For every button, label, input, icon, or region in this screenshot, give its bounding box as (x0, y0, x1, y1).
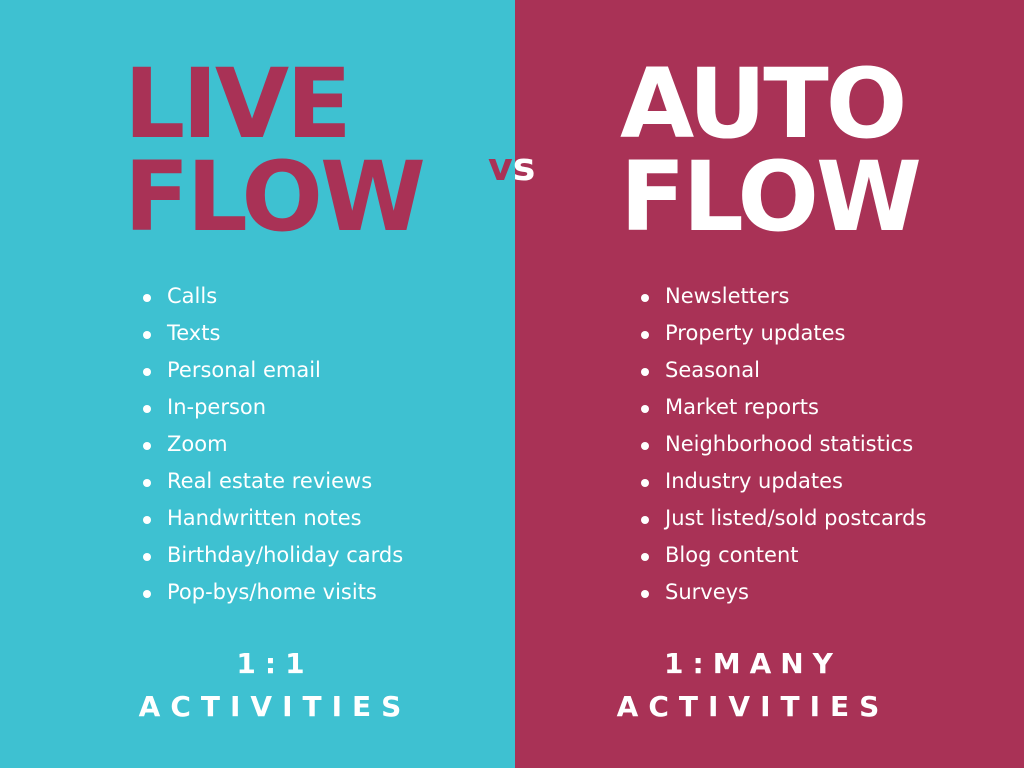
live-flow-title: LIVE FLOW (124, 48, 426, 253)
list-item: Birthday/holiday cards (140, 537, 403, 574)
list-item: In-person (140, 389, 403, 426)
versus-v: v (488, 145, 513, 189)
auto-flow-title-line1: AUTO (620, 48, 907, 160)
live-flow-ratio: 1:1 (236, 647, 314, 680)
auto-flow-footer: 1:MANY ACTIVITIES (608, 644, 898, 730)
live-flow-activities-label: ACTIVITIES (138, 690, 412, 723)
list-item: Texts (140, 315, 403, 352)
list-item: Blog content (638, 537, 926, 574)
list-item: Seasonal (638, 352, 926, 389)
auto-flow-title: AUTO FLOW (620, 48, 922, 253)
list-item: Real estate reviews (140, 463, 403, 500)
live-flow-footer: 1:1 ACTIVITIES (130, 644, 420, 730)
live-flow-list: Calls Texts Personal email In-person Zoo… (140, 278, 403, 611)
auto-flow-title-line2: FLOW (620, 141, 922, 253)
list-item: Industry updates (638, 463, 926, 500)
list-item: Just listed/sold postcards (638, 500, 926, 537)
list-item: Newsletters (638, 278, 926, 315)
list-item: Calls (140, 278, 403, 315)
list-item: Personal email (140, 352, 403, 389)
auto-flow-activities-label: ACTIVITIES (616, 690, 890, 723)
list-item: Surveys (638, 574, 926, 611)
list-item: Property updates (638, 315, 926, 352)
list-item: Market reports (638, 389, 926, 426)
list-item: Neighborhood statistics (638, 426, 926, 463)
versus-s: s (512, 145, 536, 189)
list-item: Zoom (140, 426, 403, 463)
live-flow-title-line1: LIVE (124, 48, 352, 160)
live-flow-title-line2: FLOW (124, 141, 426, 253)
list-item: Pop-bys/home visits (140, 574, 403, 611)
auto-flow-ratio: 1:MANY (664, 647, 842, 680)
list-item: Handwritten notes (140, 500, 403, 537)
auto-flow-list: Newsletters Property updates Seasonal Ma… (638, 278, 926, 611)
versus-label: vs (488, 143, 535, 191)
